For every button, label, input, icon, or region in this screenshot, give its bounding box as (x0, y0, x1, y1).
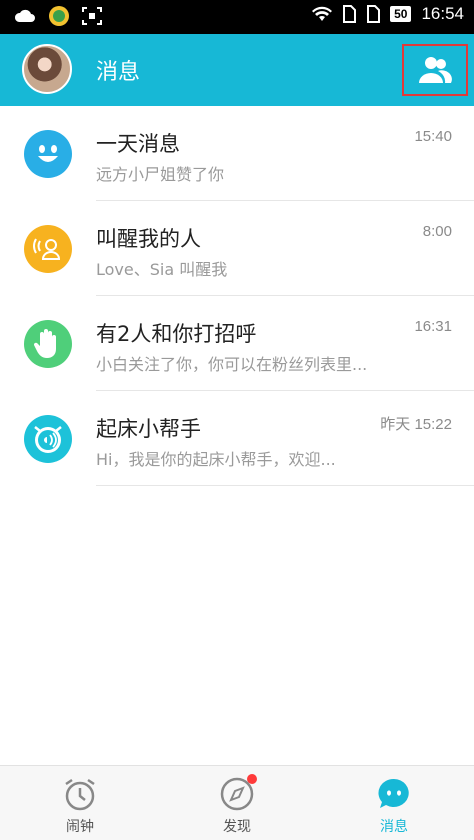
conversation-time: 16:31 (414, 318, 452, 335)
list-item[interactable]: 有2人和你打招呼 小白关注了你，你可以在粉丝列表里... 16:31 (0, 296, 474, 391)
cloud-icon (14, 9, 35, 22)
sim2-icon (367, 5, 381, 23)
smiley-icon (24, 130, 72, 178)
conversation-preview: Hi，我是你的起床小帮手，欢迎... (96, 450, 336, 469)
conversation-preview: Love、Sia 叫醒我 (96, 260, 228, 279)
battery-icon: 50 (390, 6, 412, 22)
screenshot-icon (82, 7, 102, 25)
page-title: 消息 (96, 60, 141, 85)
tab-label: 消息 (380, 819, 408, 835)
conversation-preview: 小白关注了你，你可以在粉丝列表里... (96, 355, 368, 374)
conversation-preview: 远方小尸姐赞了你 (96, 165, 225, 184)
conversation-name: 起床小帮手 (96, 417, 201, 441)
conversation-name: 有2人和你打招呼 (96, 322, 257, 346)
tab-messages[interactable]: 消息 (334, 766, 454, 840)
notification-dot (247, 774, 257, 784)
contacts-button[interactable] (402, 44, 468, 96)
sim1-icon (343, 5, 357, 23)
contacts-icon (419, 57, 452, 83)
divider (96, 485, 474, 486)
tab-label: 发现 (223, 819, 251, 835)
status-bar: 50 16:54 (0, 0, 474, 34)
app-header: 消息 (0, 34, 474, 106)
message-list: 一天消息 远方小尸姐赞了你 15:40 叫醒我的人 Love、Sia 叫醒我 8… (0, 106, 474, 486)
list-item[interactable]: 起床小帮手 Hi，我是你的起床小帮手，欢迎... 昨天 15:22 (0, 391, 474, 486)
wave-hand-icon (24, 320, 72, 368)
avatar[interactable] (22, 44, 72, 94)
tab-alarm[interactable]: 闹钟 (20, 766, 140, 840)
tab-discover[interactable]: 发现 (177, 766, 297, 840)
alarm-clock-icon (65, 778, 95, 811)
bottom-tab-bar: 闹钟 发现 消息 (0, 765, 474, 840)
list-item[interactable]: 一天消息 远方小尸姐赞了你 15:40 (0, 106, 474, 201)
alarm-helper-icon (24, 415, 72, 463)
conversation-time: 8:00 (422, 223, 452, 240)
wifi-icon (312, 6, 333, 21)
app-notification-icon (49, 6, 69, 26)
conversation-time: 15:40 (414, 128, 452, 145)
conversation-name: 一天消息 (96, 132, 180, 156)
clock-text: 16:54 (421, 4, 464, 23)
conversation-time: 昨天 15:22 (380, 416, 452, 433)
chat-bubble-icon (378, 778, 409, 808)
list-item[interactable]: 叫醒我的人 Love、Sia 叫醒我 8:00 (0, 201, 474, 296)
conversation-name: 叫醒我的人 (96, 227, 201, 251)
wake-person-icon (24, 225, 72, 273)
tab-label: 闹钟 (66, 819, 94, 835)
